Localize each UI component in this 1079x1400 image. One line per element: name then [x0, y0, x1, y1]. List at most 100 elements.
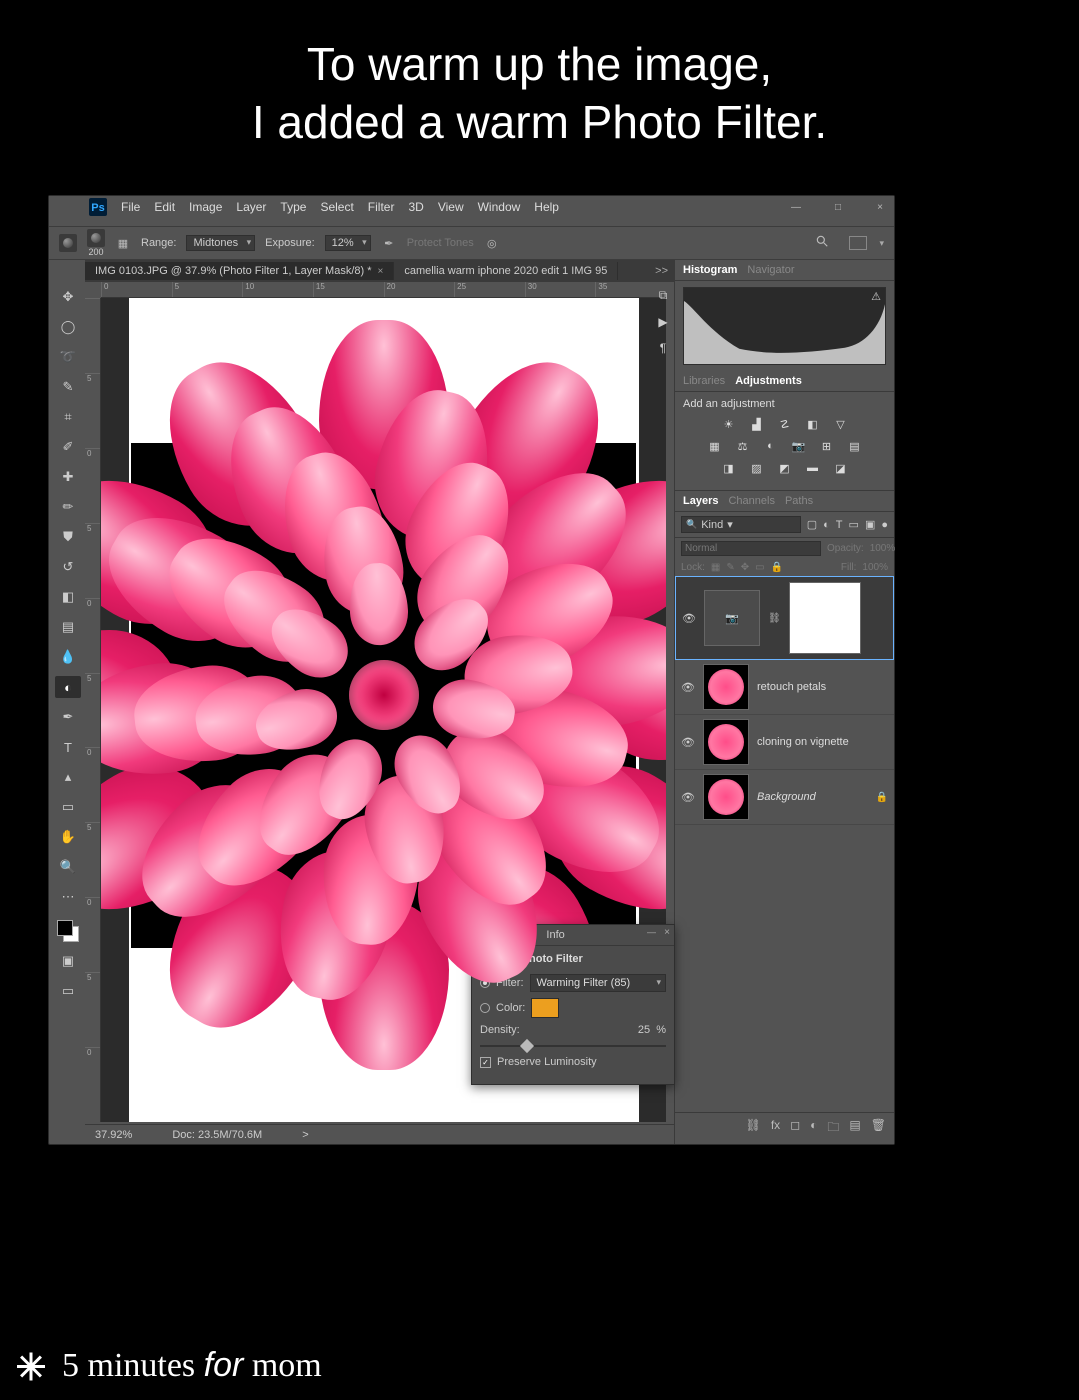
- window-close-button[interactable]: ×: [866, 198, 894, 216]
- adj-bw-icon[interactable]: ◐: [762, 438, 780, 454]
- brush-panel-toggle-icon[interactable]: ▦: [115, 235, 131, 251]
- visibility-toggle[interactable]: 👁: [681, 681, 695, 694]
- hand-tool[interactable]: ✋: [55, 826, 81, 848]
- adj-selective-icon[interactable]: ◪: [832, 460, 850, 476]
- adj-threshold-icon[interactable]: ◩: [776, 460, 794, 476]
- exposure-dropdown[interactable]: 12%: [325, 235, 371, 251]
- adj-vibrance-icon[interactable]: ▽: [832, 416, 850, 432]
- window-maximize-button[interactable]: □: [824, 198, 852, 216]
- tab-overflow-button[interactable]: >>: [649, 265, 674, 277]
- new-adjustment-icon[interactable]: ◐: [810, 1118, 817, 1139]
- layer-name[interactable]: Background: [757, 791, 868, 803]
- dodge-tool[interactable]: ◐: [55, 676, 81, 698]
- adj-lookup-icon[interactable]: ▤: [846, 438, 864, 454]
- adj-photofilter-icon[interactable]: 📷: [790, 438, 808, 454]
- layer-filter-shape-icon[interactable]: ▭: [849, 518, 859, 531]
- adj-brightness-icon[interactable]: ☀: [720, 416, 738, 432]
- blur-tool[interactable]: 💧: [55, 646, 81, 668]
- adj-balance-icon[interactable]: ⚖: [734, 438, 752, 454]
- visibility-toggle[interactable]: 👁: [681, 736, 695, 749]
- type-tool[interactable]: T: [55, 736, 81, 758]
- tab-adjustments[interactable]: Adjustments: [735, 375, 802, 387]
- lock-position-icon[interactable]: ✥: [741, 562, 749, 573]
- adj-invert-icon[interactable]: ◨: [720, 460, 738, 476]
- layer-photo-filter[interactable]: 👁 📷 ⛓: [675, 576, 894, 660]
- density-value[interactable]: 25: [638, 1024, 650, 1036]
- lock-artboard-icon[interactable]: ▭: [755, 562, 764, 573]
- zoom-tool[interactable]: 🔍: [55, 856, 81, 878]
- new-group-icon[interactable]: 🗀: [827, 1118, 839, 1139]
- healing-tool[interactable]: ✚: [55, 466, 81, 488]
- menu-3d[interactable]: 3D: [408, 200, 423, 214]
- new-layer-icon[interactable]: ▤: [849, 1118, 860, 1139]
- layer-retouch-petals[interactable]: 👁 retouch petals: [675, 660, 894, 715]
- adj-exposure-icon[interactable]: ◧: [804, 416, 822, 432]
- lasso-tool[interactable]: ➰: [55, 346, 81, 368]
- menu-edit[interactable]: Edit: [154, 200, 175, 214]
- pen-tool[interactable]: ✒: [55, 706, 81, 728]
- layer-filter-pixel-icon[interactable]: ▢: [807, 518, 817, 531]
- search-icon[interactable]: [815, 234, 833, 252]
- menu-select[interactable]: Select: [320, 200, 353, 214]
- filter-dropdown[interactable]: Warming Filter (85): [530, 974, 667, 992]
- visibility-toggle[interactable]: 👁: [681, 791, 695, 804]
- color-swatch[interactable]: [531, 998, 559, 1018]
- layer-kind-dropdown[interactable]: Kind ▾: [681, 516, 801, 533]
- layer-background[interactable]: 👁 Background 🔒: [675, 770, 894, 825]
- menu-help[interactable]: Help: [534, 200, 559, 214]
- density-slider[interactable]: [480, 1042, 666, 1050]
- path-select-tool[interactable]: ▴: [55, 766, 81, 788]
- menu-view[interactable]: View: [438, 200, 464, 214]
- tab-libraries[interactable]: Libraries: [683, 375, 725, 387]
- window-minimize-button[interactable]: —: [782, 198, 810, 216]
- menu-window[interactable]: Window: [478, 200, 521, 214]
- visibility-toggle[interactable]: 👁: [682, 612, 696, 625]
- layer-filter-toggle[interactable]: ●: [881, 519, 888, 531]
- tab-inactive-document[interactable]: camellia warm iphone 2020 edit 1 IMG 95: [394, 262, 618, 280]
- menu-filter[interactable]: Filter: [368, 200, 395, 214]
- eyedropper-tool[interactable]: ✐: [55, 436, 81, 458]
- lock-paint-icon[interactable]: ✎: [726, 562, 734, 573]
- doc-size-readout[interactable]: Doc: 23.5M/70.6M: [172, 1129, 262, 1141]
- layer-filter-adj-icon[interactable]: ◐: [823, 519, 830, 531]
- status-more[interactable]: >: [302, 1129, 308, 1141]
- tab-paths[interactable]: Paths: [785, 495, 813, 507]
- menu-file[interactable]: File: [121, 200, 140, 214]
- opacity-value[interactable]: 100%: [870, 543, 896, 554]
- add-mask-icon[interactable]: ◻: [790, 1118, 800, 1139]
- histogram-warning-icon[interactable]: ⚠: [871, 290, 881, 303]
- tab-info[interactable]: Info: [546, 929, 564, 941]
- layer-filter-smart-icon[interactable]: ▣: [865, 518, 875, 531]
- layer-mask-thumbnail[interactable]: [789, 582, 861, 654]
- adj-posterize-icon[interactable]: ▨: [748, 460, 766, 476]
- menu-type[interactable]: Type: [280, 200, 306, 214]
- marquee-tool[interactable]: ◯: [55, 316, 81, 338]
- workspace-caret-icon[interactable]: ▾: [879, 238, 884, 249]
- tab-close-icon[interactable]: ×: [378, 266, 384, 277]
- adj-levels-icon[interactable]: ▟: [748, 416, 766, 432]
- crop-tool[interactable]: ⌗: [55, 406, 81, 428]
- menu-image[interactable]: Image: [189, 200, 222, 214]
- pressure-toggle-icon[interactable]: ◎: [484, 235, 500, 251]
- panel-collapse-icon[interactable]: —: [647, 927, 656, 937]
- tab-navigator[interactable]: Navigator: [747, 264, 794, 276]
- brush-tool[interactable]: ✏: [55, 496, 81, 518]
- brush-preset-picker[interactable]: [87, 229, 105, 247]
- link-layers-icon[interactable]: ⛓: [746, 1118, 761, 1139]
- move-tool[interactable]: ✥: [55, 286, 81, 308]
- edit-toolbar-button[interactable]: ⋯: [55, 886, 81, 908]
- range-dropdown[interactable]: Midtones: [186, 235, 255, 251]
- lock-all-icon[interactable]: 🔒: [771, 562, 783, 573]
- tab-layers[interactable]: Layers: [683, 495, 718, 507]
- foreground-background-swatch[interactable]: [57, 920, 79, 942]
- layer-name[interactable]: cloning on vignette: [757, 736, 888, 748]
- shape-tool[interactable]: ▭: [55, 796, 81, 818]
- layer-cloning-vignette[interactable]: 👁 cloning on vignette: [675, 715, 894, 770]
- protect-tones-label[interactable]: Protect Tones: [407, 237, 474, 249]
- gradient-tool[interactable]: ▤: [55, 616, 81, 638]
- fx-icon[interactable]: fx: [771, 1118, 780, 1139]
- quick-select-tool[interactable]: ✎: [55, 376, 81, 398]
- screen-mode-toggle[interactable]: ▭: [55, 980, 81, 1002]
- quick-mask-toggle[interactable]: ▣: [55, 950, 81, 972]
- eraser-tool[interactable]: ◧: [55, 586, 81, 608]
